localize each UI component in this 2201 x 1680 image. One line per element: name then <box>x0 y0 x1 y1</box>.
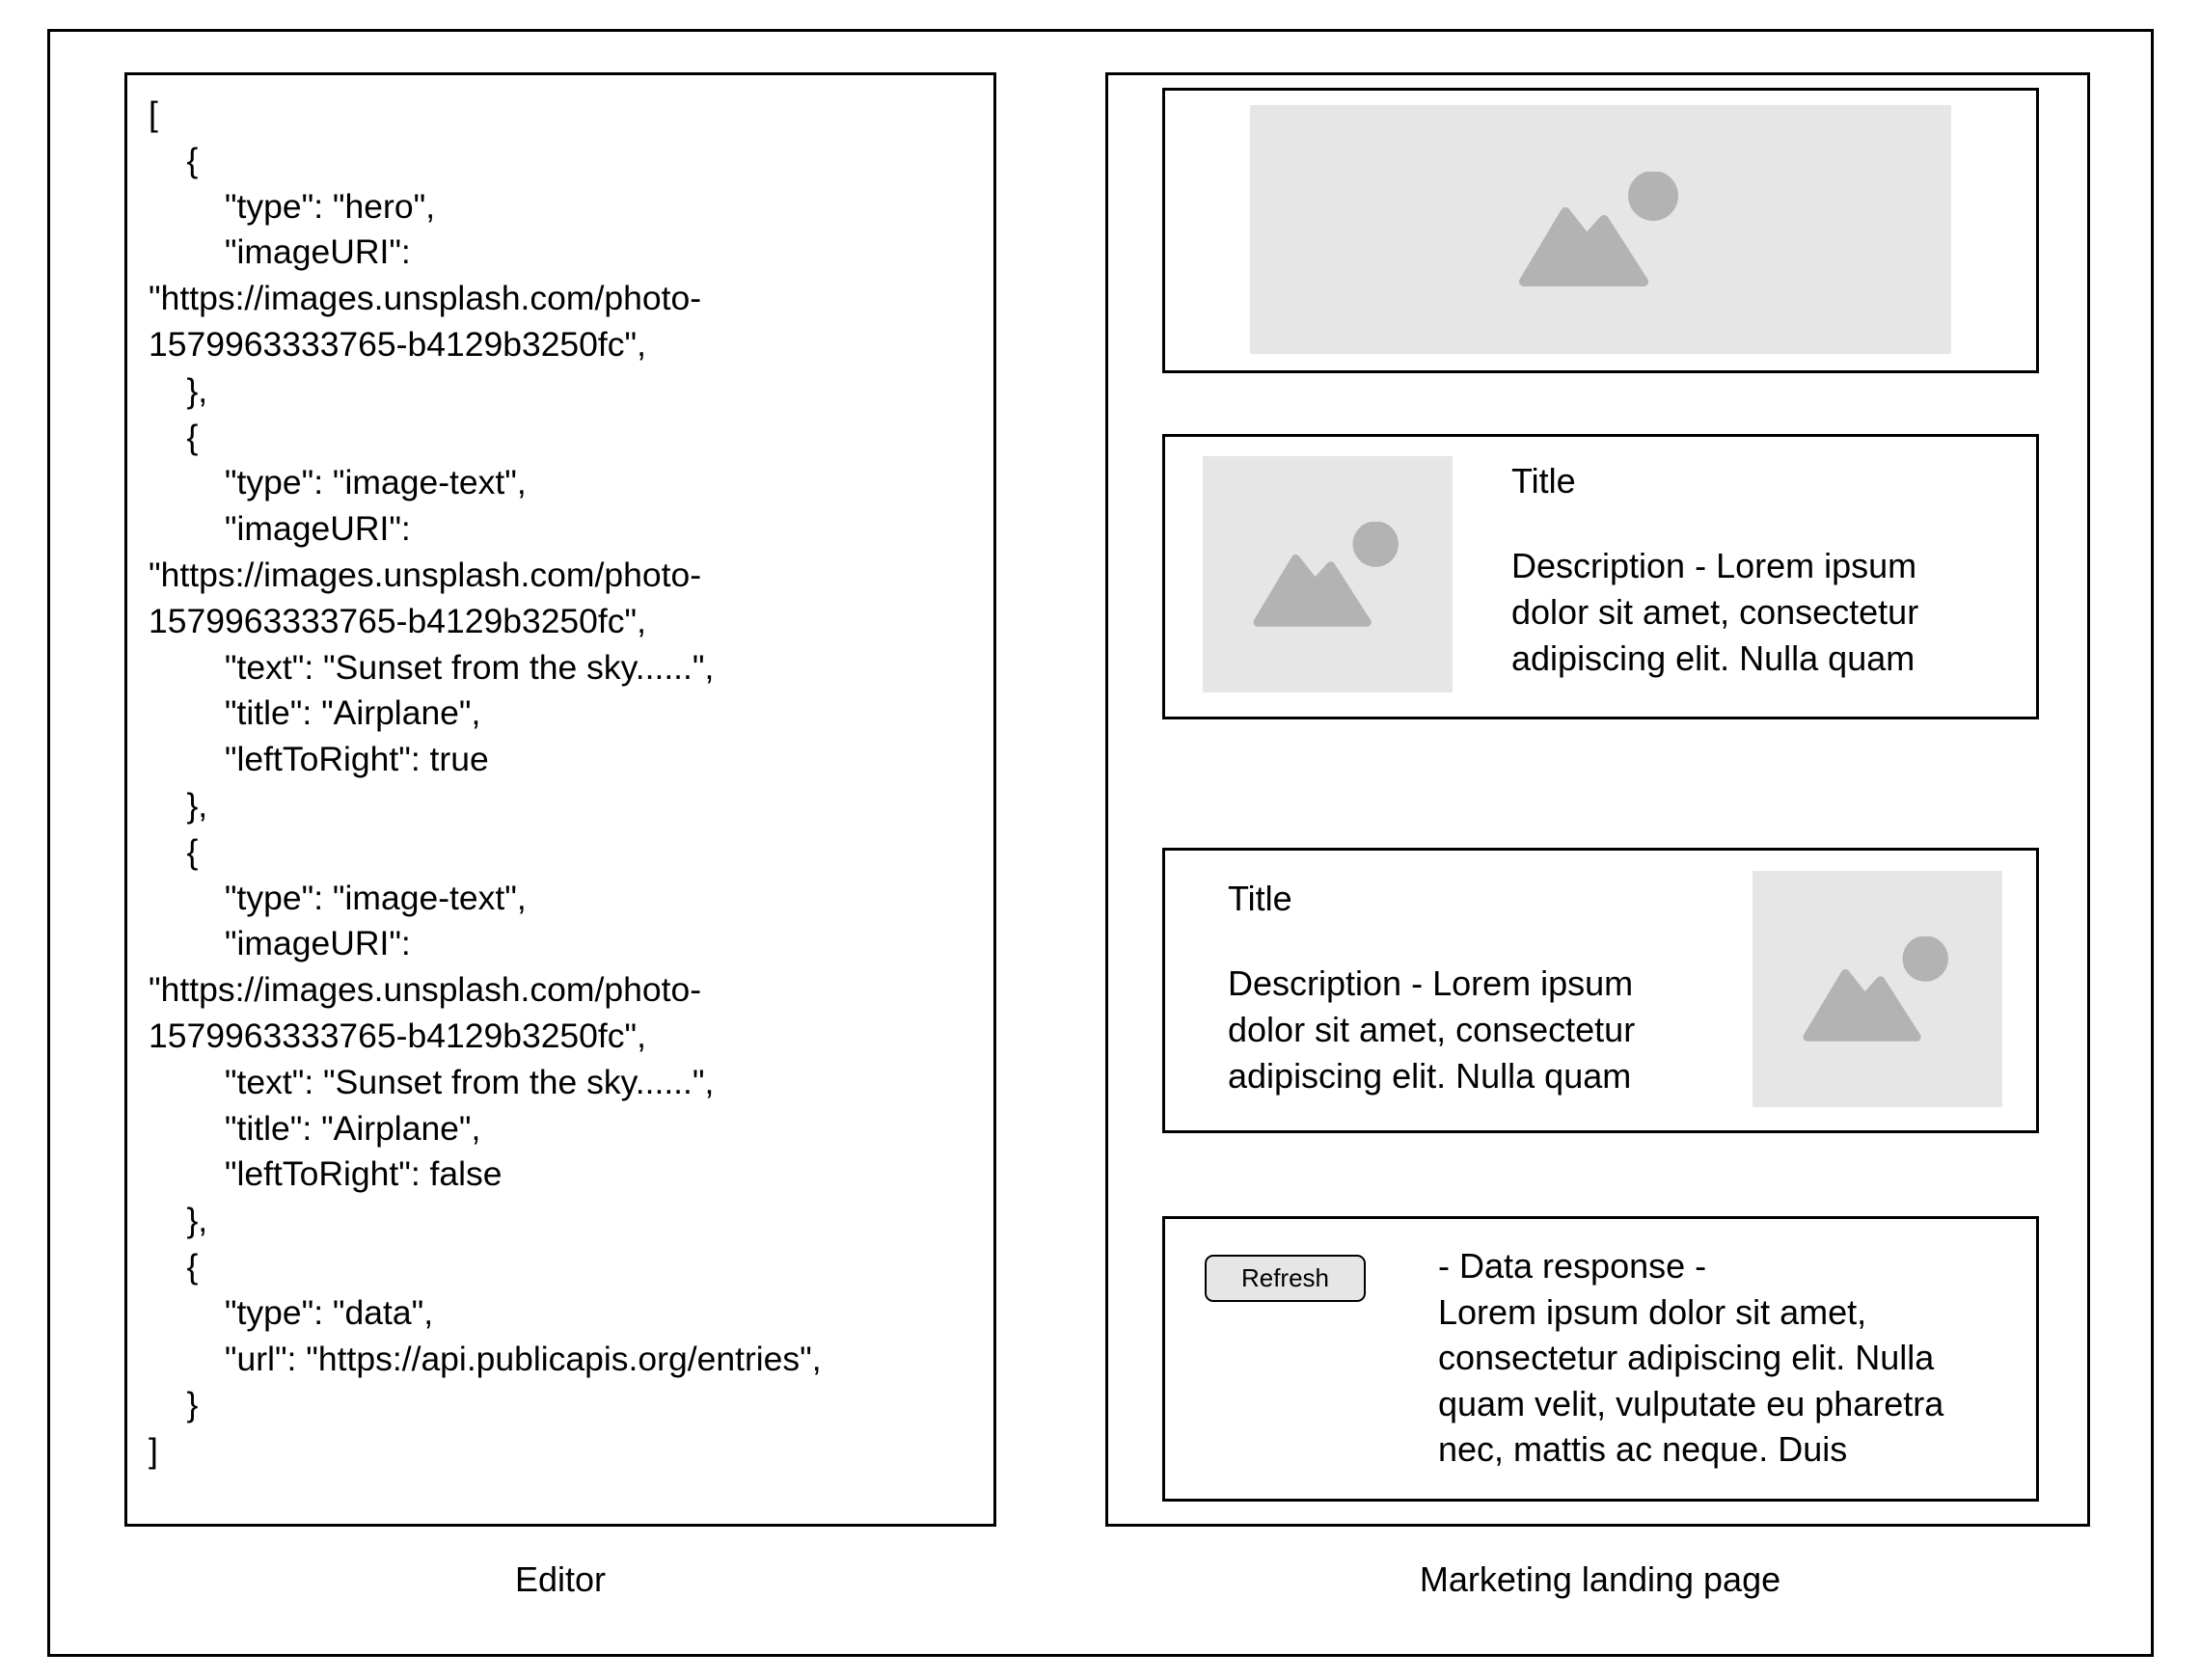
code-line: { <box>149 1246 199 1286</box>
image-icon <box>1253 521 1399 627</box>
code-line: ] <box>149 1431 158 1471</box>
code-line: }, <box>149 1201 208 1240</box>
hero-image-placeholder <box>1250 105 1951 354</box>
code-line: "https://images.unsplash.com/photo- <box>149 279 702 318</box>
code-line: 1579963333765-b4129b3250fc", <box>149 324 646 364</box>
data-response-text: - Data response - Lorem ipsum dolor sit … <box>1438 1243 1997 1473</box>
editor-caption: Editor <box>514 1559 607 1599</box>
code-line: "imageURI": <box>149 232 411 272</box>
image-text-block-ltr: Title Description - Lorem ipsum dolor si… <box>1162 434 2039 719</box>
code-line: "text": "Sunset from the sky......", <box>149 647 715 687</box>
editor-panel[interactable]: [ { "type": "hero", "imageURI": "https://… <box>124 72 996 1527</box>
code-line: "title": "Airplane", <box>149 693 481 733</box>
code-line: "url": "https://api.publicapis.org/entri… <box>149 1339 822 1378</box>
code-line: 1579963333765-b4129b3250fc", <box>149 601 646 640</box>
block-title: Title <box>1228 879 1292 918</box>
code-line: [ <box>149 95 158 133</box>
image-icon <box>1803 935 1948 1042</box>
block-description: Description - Lorem ipsum dolor sit amet… <box>1511 546 1919 678</box>
json-code[interactable]: [ { "type": "hero", "imageURI": "https://… <box>149 92 822 1475</box>
image-icon <box>1518 172 1678 286</box>
code-line: 1579963333765-b4129b3250fc", <box>149 1016 646 1055</box>
refresh-button[interactable]: Refresh <box>1205 1255 1366 1302</box>
image-text-block-rtl: Title Description - Lorem ipsum dolor si… <box>1162 848 2039 1133</box>
code-line: { <box>149 140 199 179</box>
block-description: Description - Lorem ipsum dolor sit amet… <box>1228 963 1636 1096</box>
code-line: } <box>149 1385 199 1424</box>
code-line: "text": "Sunset from the sky......", <box>149 1062 715 1101</box>
code-line: "title": "Airplane", <box>149 1108 481 1148</box>
code-line: "type": "image-text", <box>149 463 527 502</box>
code-line: "imageURI": <box>149 924 411 963</box>
code-line: "type": "image-text", <box>149 878 527 917</box>
code-line: "https://images.unsplash.com/photo- <box>149 970 702 1010</box>
code-line: { <box>149 831 199 871</box>
landing-page-caption: Marketing landing page <box>1419 1559 1781 1599</box>
code-line: "type": "hero", <box>149 186 436 226</box>
code-line: }, <box>149 370 208 410</box>
hero-block <box>1162 88 2039 373</box>
data-response-body: Lorem ipsum dolor sit amet, consectetur … <box>1438 1291 1944 1470</box>
code-line: { <box>149 417 199 456</box>
image-placeholder <box>1203 456 1453 692</box>
code-line: "leftToRight": false <box>149 1154 503 1194</box>
data-response-heading: - Data response - <box>1438 1246 1707 1286</box>
block-title: Title <box>1511 461 1576 501</box>
code-line: "type": "data", <box>149 1292 434 1332</box>
code-line: "https://images.unsplash.com/photo- <box>149 555 702 594</box>
image-placeholder <box>1753 871 2002 1107</box>
code-line: "leftToRight": true <box>149 740 489 779</box>
code-line: }, <box>149 785 208 825</box>
code-line: "imageURI": <box>149 509 411 549</box>
